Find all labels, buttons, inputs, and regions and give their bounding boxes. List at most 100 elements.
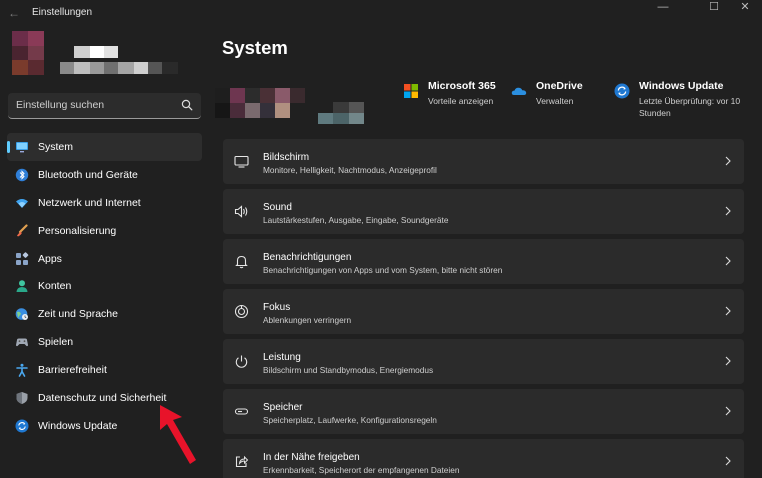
- person-icon: [16, 280, 28, 293]
- sidebar-item-apps[interactable]: Apps: [7, 245, 202, 273]
- quick-link-subtitle-line: Stunden: [639, 107, 671, 118]
- sidebar: System Bluetooth und Geräte Netzwerk und…: [0, 26, 210, 478]
- card-title: Sound: [263, 202, 292, 213]
- chevron-right-icon: [725, 456, 731, 466]
- sidebar-nav: System Bluetooth und Geräte Netzwerk und…: [7, 133, 203, 440]
- sidebar-item-label: Datenschutz und Sicherheit: [38, 392, 167, 405]
- card-title: In der Nähe freigeben: [263, 452, 360, 463]
- back-arrow-icon[interactable]: ←: [8, 6, 22, 20]
- close-button[interactable]: ✕: [730, 0, 760, 16]
- card-subtitle: Speicherplatz, Laufwerke, Konfigurations…: [263, 415, 437, 425]
- accessibility-icon: [16, 363, 28, 377]
- card-title: Leistung: [263, 352, 301, 363]
- share-icon: [235, 455, 249, 468]
- settings-search[interactable]: [8, 93, 201, 119]
- sync-icon: [15, 419, 29, 433]
- sidebar-item-label: System: [38, 141, 74, 153]
- monitor-icon: [16, 142, 28, 153]
- sidebar-item-accounts[interactable]: Konten: [7, 272, 202, 300]
- user-email-redacted: [60, 62, 178, 74]
- card-display[interactable]: Bildschirm Monitore, Helligkeit, Nachtmo…: [223, 139, 744, 184]
- avatar[interactable]: [12, 31, 44, 75]
- device-image-redacted[interactable]: [215, 88, 305, 118]
- minimize-button[interactable]: —: [648, 0, 678, 16]
- brush-icon: [17, 224, 28, 237]
- sidebar-item-label: Konten: [38, 280, 72, 293]
- quick-link-title: OneDrive: [536, 80, 583, 92]
- quick-link-windows-update[interactable]: Windows Update Letzte Überprüfung: vor 1…: [614, 79, 754, 123]
- card-storage[interactable]: Speicher Speicherplatz, Laufwerke, Konfi…: [223, 389, 744, 434]
- speaker-icon: [234, 205, 248, 218]
- storage-icon: [234, 408, 249, 415]
- bell-icon: [235, 255, 248, 269]
- sidebar-item-label: Personalisierung: [38, 224, 117, 237]
- card-subtitle: Monitore, Helligkeit, Nachtmodus, Anzeig…: [263, 165, 437, 175]
- wifi-icon: [16, 198, 28, 208]
- main-content: System Microsoft 365 Vorteile anzeigen O…: [210, 26, 762, 478]
- sidebar-item-personalization[interactable]: Personalisierung: [7, 217, 202, 245]
- power-icon: [235, 355, 248, 368]
- update-icon: [614, 83, 630, 99]
- maximize-button[interactable]: ☐: [699, 0, 729, 16]
- title-bar: ← Einstellungen — ☐ ✕: [0, 0, 762, 26]
- app-title: Einstellungen: [32, 7, 93, 18]
- card-notifications[interactable]: Benachrichtigungen Benachrichtigungen vo…: [223, 239, 744, 284]
- sidebar-item-label: Windows Update: [38, 419, 118, 432]
- quick-link-microsoft-365[interactable]: Microsoft 365 Vorteile anzeigen: [403, 79, 503, 119]
- quick-link-onedrive[interactable]: OneDrive Verwalten: [511, 79, 601, 119]
- chevron-right-icon: [725, 306, 731, 316]
- sidebar-item-label: Netzwerk und Internet: [38, 196, 141, 209]
- card-sound[interactable]: Sound Lautstärkestufen, Ausgabe, Eingabe…: [223, 189, 744, 234]
- active-indicator: [7, 141, 10, 153]
- card-subtitle: Lautstärkestufen, Ausgabe, Eingabe, Soun…: [263, 215, 449, 225]
- quick-link-subtitle: Letzte Überprüfung: vor 10 Stunden: [639, 96, 740, 119]
- page-title: System: [222, 37, 288, 58]
- sidebar-item-bluetooth[interactable]: Bluetooth und Geräte: [7, 161, 202, 189]
- chevron-right-icon: [725, 356, 731, 366]
- user-name-redacted: [60, 46, 178, 58]
- chevron-right-icon: [725, 256, 731, 266]
- card-subtitle: Benachrichtigungen von Apps und vom Syst…: [263, 265, 503, 275]
- search-input[interactable]: [8, 93, 178, 117]
- card-title: Benachrichtigungen: [263, 252, 352, 263]
- sidebar-item-label: Bluetooth und Geräte: [38, 168, 138, 181]
- chevron-right-icon: [725, 156, 731, 166]
- sidebar-item-accessibility[interactable]: Barrierefreiheit: [7, 356, 202, 384]
- card-subtitle: Ablenkungen verringern: [263, 315, 352, 325]
- quick-link-subtitle-line: Letzte Überprüfung: vor 10: [639, 96, 741, 106]
- bluetooth-icon: [15, 168, 29, 182]
- quick-link-title: Windows Update: [639, 80, 724, 92]
- microsoft-logo-icon: [404, 84, 418, 98]
- settings-card-list: Bildschirm Monitore, Helligkeit, Nachtmo…: [223, 139, 745, 478]
- card-focus[interactable]: Fokus Ablenkungen verringern: [223, 289, 744, 334]
- card-power[interactable]: Leistung Bildschirm und Standbymodus, En…: [223, 339, 744, 384]
- chevron-right-icon: [725, 206, 731, 216]
- card-title: Speicher: [263, 402, 303, 413]
- quick-link-subtitle: Verwalten: [536, 96, 574, 106]
- globe-clock-icon: [15, 308, 28, 321]
- focus-icon: [234, 304, 249, 319]
- sidebar-item-time-language[interactable]: Zeit und Sprache: [7, 300, 202, 328]
- card-subtitle: Erkennbarkeit, Speicherort der empfangen…: [263, 465, 460, 475]
- chevron-right-icon: [725, 406, 731, 416]
- sidebar-item-label: Barrierefreiheit: [38, 364, 107, 377]
- card-title: Bildschirm: [263, 152, 310, 163]
- sidebar-item-system[interactable]: System: [7, 133, 202, 161]
- shield-icon: [16, 392, 28, 405]
- sidebar-item-network[interactable]: Netzwerk und Internet: [7, 189, 202, 217]
- sidebar-item-gaming[interactable]: Spielen: [7, 328, 202, 356]
- quick-link-title: Microsoft 365: [428, 80, 496, 92]
- card-title: Fokus: [263, 302, 291, 313]
- card-nearby-sharing[interactable]: In der Nähe freigeben Erkennbarkeit, Spe…: [223, 439, 744, 478]
- sidebar-item-label: Spielen: [38, 336, 74, 349]
- gamepad-icon: [16, 338, 28, 347]
- device-name-redacted: [318, 102, 364, 124]
- sidebar-item-label: Zeit und Sprache: [38, 308, 118, 321]
- sidebar-item-label: Apps: [38, 252, 62, 265]
- card-subtitle: Bildschirm und Standbymodus, Energiemodu…: [263, 365, 434, 375]
- apps-icon: [16, 251, 29, 265]
- quick-link-subtitle: Vorteile anzeigen: [428, 96, 494, 106]
- annotation-arrow-icon: [160, 405, 196, 464]
- search-icon[interactable]: [181, 99, 193, 111]
- cloud-icon: [511, 87, 527, 95]
